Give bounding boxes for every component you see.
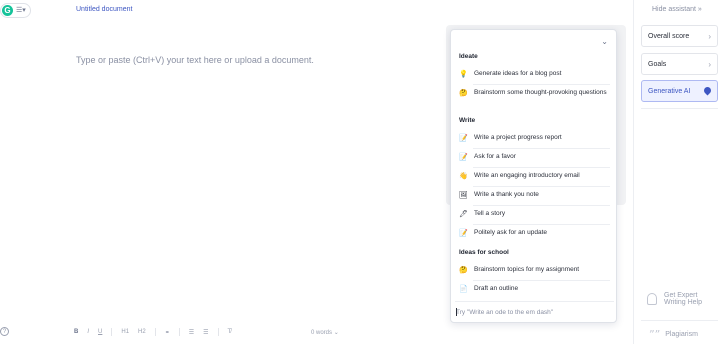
pencil-icon: 📝 [459,230,468,237]
word-count[interactable]: 0 words ⌄ [311,329,339,336]
prompt-item-label: Generate ideas for a blog post [474,70,562,77]
prompt-item[interactable]: 🤔 Brainstorm some thought-provoking ques… [459,89,610,97]
generative-ai-card[interactable]: Generative AI [641,80,718,102]
word-count-label: 0 words [311,330,333,336]
item-divider [473,167,610,168]
expert-help-button[interactable]: Get Expert Writing Help [647,292,702,306]
prompt-item[interactable]: 📄 Draft an outline [459,285,610,293]
double-chevron-right-icon: » [697,6,702,13]
item-divider [473,84,610,85]
app-logo-menu[interactable]: G ☰▾ [0,3,31,18]
lightbulb-icon: 💡 [459,71,468,78]
toolbar-divider [111,328,113,336]
prompt-item[interactable]: 🤔 Brainstorm topics for my assignment [459,266,610,274]
link-icon[interactable]: ⚭ [165,329,170,336]
hide-assistant-label: Hide assistant [652,6,696,13]
prompt-item-label: Write a project progress report [474,134,562,141]
ordered-list-icon[interactable]: ☰ [189,329,194,336]
heading2-button[interactable]: H2 [138,329,146,335]
prompt-item-label: Ask for a favor [474,153,516,160]
bold-button[interactable]: B [74,329,78,335]
logo-pill[interactable]: G ☰▾ [0,3,31,18]
collapse-chevron-icon[interactable]: ⌄ [601,37,608,46]
text-caret [456,308,457,316]
toolbar-divider [154,328,156,336]
toolbar-divider [217,328,219,336]
pen-icon: 🖊 [459,211,468,218]
item-divider [473,186,610,187]
help-icon[interactable]: ? [0,327,9,336]
expert-help-line2: Writing Help [664,299,702,306]
document-icon: 📄 [459,286,468,293]
card-icon: 🖼 [459,192,468,199]
prompt-item[interactable]: 📝 Ask for a favor [459,153,610,161]
toolbar-divider [178,328,180,336]
menu-icon: ☰▾ [16,7,26,14]
goals-label: Goals [648,60,667,68]
overall-score-label: Overall score [648,32,690,40]
expert-help-line1: Get Expert [664,292,698,299]
section-title-write: Write [459,117,476,124]
ai-bulb-icon [704,87,711,96]
goals-card[interactable]: Goals › [641,53,718,75]
prompt-divider [455,301,614,302]
italic-button[interactable]: I [87,329,89,335]
prompt-item-label: Tell a story [474,210,506,217]
clear-format-icon[interactable]: T̸ [228,329,232,335]
chevron-right-icon: › [708,31,711,41]
prompt-item-label: Brainstorm topics for my assignment [474,266,580,273]
prompt-item-label: Write a thank you note [474,191,539,198]
item-divider [473,224,610,225]
generative-ai-prompt-panel: ⌄ Ideate 💡 Generate ideas for a blog pos… [450,29,617,323]
chevron-right-icon: › [708,59,711,69]
prompt-input[interactable] [455,305,614,319]
document-title[interactable]: Untitled document [76,6,132,13]
person-icon [647,293,657,305]
prompt-item-label: Write an engaging introductory email [474,172,580,179]
quote-icon: ”” [649,328,661,341]
generative-ai-label: Generative AI [648,87,691,95]
hide-assistant-button[interactable]: Hide assistant » [652,6,702,13]
plagiarism-button[interactable]: ”” Plagiarism [649,329,698,340]
grammarly-logo-icon: G [2,5,13,16]
waving-hand-icon: 👋 [459,173,468,180]
editor-placeholder[interactable]: Type or paste (Ctrl+V) your text here or… [76,55,314,65]
item-divider [473,280,610,281]
prompt-item[interactable]: 👋 Write an engaging introductory email [459,172,610,180]
bullet-list-icon[interactable]: ☰ [203,329,208,336]
pencil-icon: 📝 [459,154,468,161]
prompt-item[interactable]: 📝 Write a project progress report [459,134,610,142]
underline-button[interactable]: U [98,329,102,335]
prompt-item[interactable]: 🖊 Tell a story [459,210,610,218]
thinking-face-icon: 🤔 [459,267,468,274]
section-title-ideas-for-school: Ideas for school [459,249,509,256]
thinking-face-icon: 🤔 [459,90,468,97]
prompt-item[interactable]: 💡 Generate ideas for a blog post [459,70,610,78]
sidebar-divider [641,320,718,321]
prompt-item[interactable]: 🖼 Write a thank you note [459,191,610,199]
plagiarism-label: Plagiarism [665,331,698,338]
item-divider [473,205,610,206]
prompt-item[interactable]: 📝 Politely ask for an update [459,229,610,237]
pencil-icon: 📝 [459,135,468,142]
prompt-item-label: Politely ask for an update [474,229,547,236]
section-title-ideate: Ideate [459,53,478,60]
prompt-item-label: Draft an outline [474,285,519,292]
heading1-button[interactable]: H1 [121,329,129,335]
sidebar-divider [641,108,718,109]
formatting-toolbar: B I U H1 H2 ⚭ ☰ ☰ T̸ [74,328,231,336]
prompt-item-label: Brainstorm some thought-provoking questi… [474,89,607,96]
chevron-down-icon: ⌄ [333,330,339,336]
overall-score-card[interactable]: Overall score › [641,25,718,47]
item-divider [473,148,610,149]
